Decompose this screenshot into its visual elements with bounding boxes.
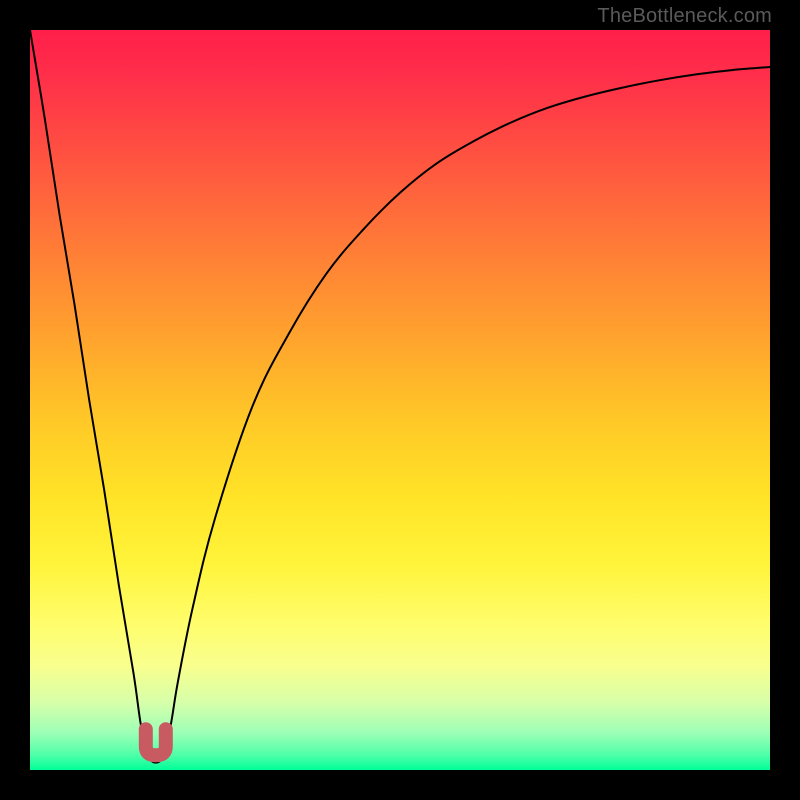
bottleneck-curve	[30, 30, 770, 763]
chart-frame: TheBottleneck.com	[0, 0, 800, 800]
minimum-marker	[146, 729, 166, 755]
plot-area	[30, 30, 770, 770]
watermark-text: TheBottleneck.com	[597, 5, 772, 28]
curve-layer	[30, 30, 770, 770]
